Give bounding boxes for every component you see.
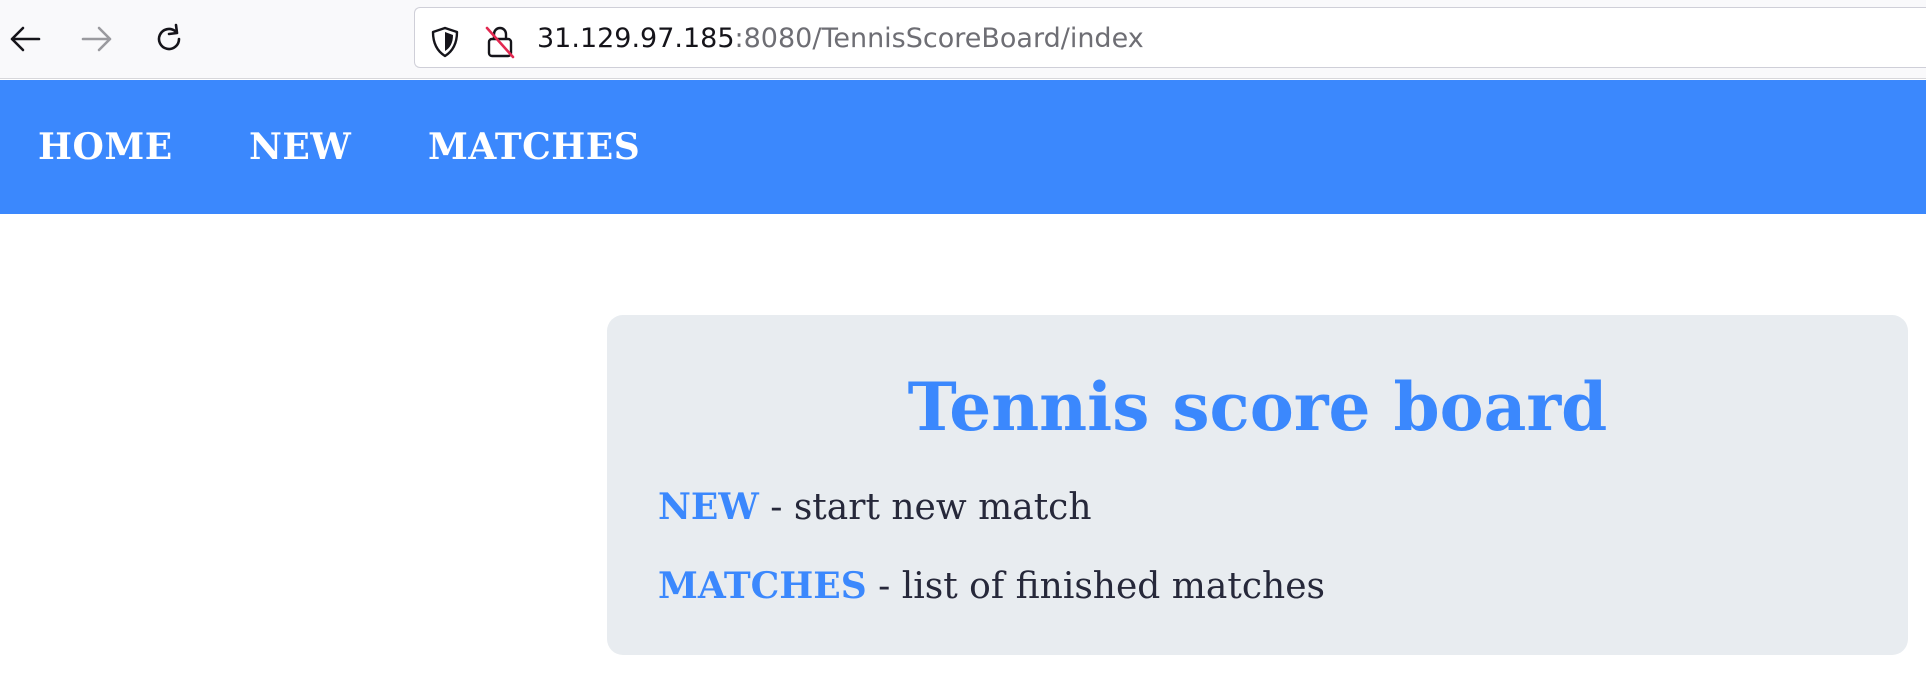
insecure-connection-lock-icon[interactable]	[483, 25, 517, 59]
url-bar[interactable]: 31.129.97.185:8080/TennisScoreBoard/inde…	[414, 7, 1926, 68]
site-navbar: HOME NEW MATCHES	[0, 80, 1926, 214]
forward-arrow-icon	[81, 26, 112, 52]
intro-card: Tennis score board NEW - start new match…	[607, 315, 1908, 655]
new-match-description: - start new match	[758, 487, 1092, 528]
tracking-protection-shield-icon[interactable]	[428, 25, 462, 59]
reload-icon	[157, 23, 181, 51]
new-match-line: NEW - start new match	[658, 485, 1092, 530]
url-host: 31.129.97.185	[537, 23, 735, 54]
new-match-link[interactable]: NEW	[658, 486, 759, 528]
forward-button[interactable]	[77, 18, 117, 60]
back-button[interactable]	[5, 18, 45, 60]
nav-matches-link[interactable]: MATCHES	[428, 80, 640, 214]
reload-button[interactable]	[149, 18, 189, 60]
back-arrow-icon	[10, 26, 41, 52]
matches-description: - list of finished matches	[866, 566, 1325, 607]
matches-line: MATCHES - list of finished matches	[658, 564, 1325, 609]
browser-toolbar: 31.129.97.185:8080/TennisScoreBoard/inde…	[0, 0, 1926, 79]
nav-new-link[interactable]: NEW	[249, 80, 351, 214]
url-text[interactable]: 31.129.97.185:8080/TennisScoreBoard/inde…	[537, 22, 1144, 56]
page-title: Tennis score board	[907, 368, 1608, 446]
url-path: :8080/TennisScoreBoard/index	[734, 23, 1144, 54]
nav-home-link[interactable]: HOME	[38, 80, 173, 214]
matches-link[interactable]: MATCHES	[658, 565, 867, 607]
